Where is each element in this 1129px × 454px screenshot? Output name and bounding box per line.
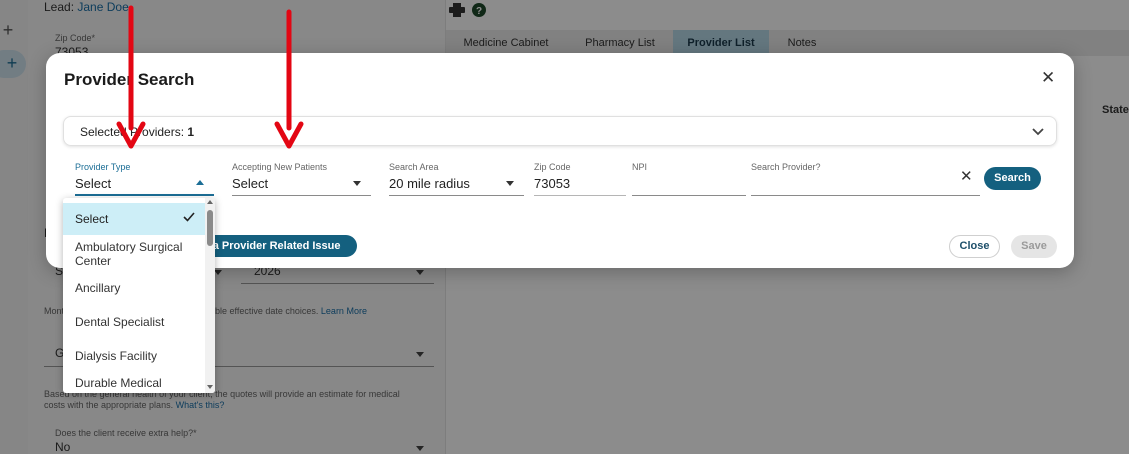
search-provider-input[interactable]: Search Provider? [751,162,980,196]
search-button[interactable]: Search [984,167,1041,190]
close-button[interactable]: Close [949,235,1000,258]
provider-type-label: Provider Type [75,162,131,172]
zip-code-input[interactable]: Zip Code 73053 [534,162,626,196]
chevron-down-icon [353,181,361,186]
close-icon[interactable]: ✕ [1041,68,1055,88]
scroll-down-icon[interactable] [207,385,213,389]
accepting-label: Accepting New Patients [232,162,328,172]
scrollbar-thumb[interactable] [207,210,213,246]
chevron-down-icon [1032,128,1044,136]
search-area-select[interactable]: Search Area 20 mile radius [389,162,524,196]
npi-label: NPI [632,162,648,172]
dropdown-scrollbar[interactable] [205,198,215,393]
provider-type-value: Select [75,176,112,191]
dropdown-option-durable-medical[interactable]: Durable Medical [63,376,205,390]
dropdown-option-dialysis[interactable]: Dialysis Facility [63,349,205,363]
accepting-value: Select [232,176,269,191]
chevron-down-icon [506,181,514,186]
npi-input[interactable]: NPI [632,162,746,196]
dropdown-option-dental[interactable]: Dental Specialist [63,315,205,329]
provider-type-dropdown: Select Ambulatory Surgical Center Ancill… [63,198,215,393]
dropdown-option-ancillary[interactable]: Ancillary [63,281,205,295]
chevron-up-icon [196,180,204,185]
search-area-label: Search Area [389,162,439,172]
zip-code-value: 73053 [534,176,571,191]
selected-providers-count: 1 [187,125,195,139]
dropdown-option-ambulatory[interactable]: Ambulatory Surgical Center [63,240,205,268]
zip-code-label: Zip Code [534,162,571,172]
clear-icon[interactable]: ✕ [960,167,973,185]
save-button[interactable]: Save [1011,235,1057,258]
selected-providers-text: Selected Providers: 1 [80,125,195,139]
search-provider-label: Search Provider? [751,162,821,172]
scroll-up-icon[interactable] [207,200,213,204]
dropdown-option-select[interactable]: Select [63,203,205,235]
accepting-new-patients-select[interactable]: Accepting New Patients Select [232,162,371,196]
search-area-value: 20 mile radius [389,176,470,191]
modal-title: Provider Search [64,70,195,89]
check-icon [183,212,195,222]
selected-providers-accordion[interactable]: Selected Providers: 1 [63,116,1057,146]
provider-type-select[interactable]: Provider Type Select [75,162,214,196]
